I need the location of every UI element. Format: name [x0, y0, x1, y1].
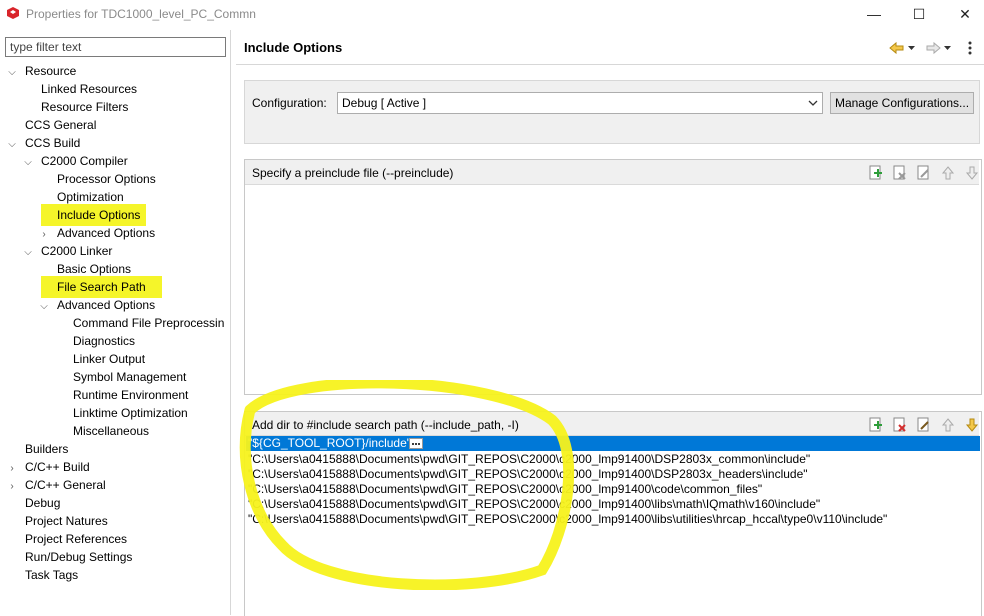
tree-item-cpp-general[interactable]: › C/C++ General: [6, 476, 228, 494]
configuration-value: Debug [ Active ]: [342, 96, 427, 110]
tree-item-resource-filters[interactable]: Resource Filters: [41, 98, 228, 116]
tree-item-linker-output[interactable]: Linker Output: [73, 350, 228, 368]
tree-item-runtime-environment[interactable]: Runtime Environment: [73, 386, 228, 404]
panel-divider[interactable]: [230, 30, 231, 615]
more-options-icon[interactable]: [966, 40, 974, 56]
tree-item-linker-advanced-options[interactable]: ⌵ Advanced Options: [38, 296, 228, 314]
back-arrow-icon[interactable]: [889, 41, 904, 55]
move-down-icon[interactable]: [964, 417, 980, 433]
close-button[interactable]: ✕: [955, 4, 975, 24]
chevron-down-icon[interactable]: ⌵: [6, 64, 18, 82]
chevron-down-icon[interactable]: ⌵: [22, 154, 34, 172]
nav-toolbar: [889, 41, 951, 55]
edit-icon[interactable]: [916, 417, 932, 433]
tree-item-project-natures[interactable]: Project Natures: [25, 512, 228, 530]
move-down-icon[interactable]: [964, 165, 980, 181]
tree-item-linktime-optimization[interactable]: Linktime Optimization: [73, 404, 228, 422]
tree-item-processor-options[interactable]: Processor Options: [57, 170, 228, 188]
include-path-item[interactable]: "C:\Users\a0415888\Documents\pwd\GIT_REP…: [246, 512, 887, 527]
move-up-icon[interactable]: [940, 165, 956, 181]
tree-item-linked-resources[interactable]: Linked Resources: [41, 80, 228, 98]
tree-item-command-file-preprocessing[interactable]: Command File Preprocessin: [73, 314, 228, 332]
tree-item-symbol-management[interactable]: Symbol Management: [73, 368, 228, 386]
tree-item-diagnostics[interactable]: Diagnostics: [73, 332, 228, 350]
preinclude-toolbar: [868, 165, 980, 181]
header-separator: [236, 64, 984, 65]
edit-icon[interactable]: [916, 165, 932, 181]
include-path-item[interactable]: "C:\Users\a0415888\Documents\pwd\GIT_REP…: [246, 497, 820, 512]
include-path-label: Add dir to #include search path (--inclu…: [252, 418, 519, 432]
ellipsis-icon[interactable]: [409, 438, 423, 449]
tree-item-task-tags[interactable]: Task Tags: [25, 566, 228, 584]
tree-item-compiler-advanced-options[interactable]: › Advanced Options: [38, 224, 228, 242]
tree-item-builders[interactable]: Builders: [25, 440, 228, 458]
tree-item-project-references[interactable]: Project References: [25, 530, 228, 548]
delete-icon[interactable]: [892, 165, 908, 181]
manage-configurations-button[interactable]: Manage Configurations...: [830, 92, 974, 114]
minimize-button[interactable]: —: [864, 4, 884, 24]
preinclude-list-box[interactable]: [244, 159, 982, 395]
app-icon: [7, 7, 19, 19]
forward-arrow-icon[interactable]: [926, 41, 941, 55]
tree-item-resource[interactable]: ⌵ Resource: [6, 62, 228, 80]
chevron-right-icon[interactable]: ›: [6, 478, 18, 496]
chevron-down-icon[interactable]: ⌵: [6, 136, 18, 154]
tree-item-debug[interactable]: Debug: [25, 494, 228, 512]
tree-item-file-search-path[interactable]: File Search Path: [41, 276, 228, 298]
include-path-toolbar: [868, 417, 980, 433]
move-up-icon[interactable]: [940, 417, 956, 433]
tree-item-run-debug-settings[interactable]: Run/Debug Settings: [25, 548, 228, 566]
maximize-button[interactable]: ☐: [909, 4, 929, 24]
delete-icon[interactable]: [892, 417, 908, 433]
add-icon[interactable]: [868, 165, 884, 181]
chevron-down-icon[interactable]: [808, 98, 818, 108]
tree-item-c2000-compiler[interactable]: ⌵ C2000 Compiler: [22, 152, 228, 170]
tree-item-c2000-linker[interactable]: ⌵ C2000 Linker: [22, 242, 228, 260]
back-menu-icon[interactable]: [908, 46, 915, 50]
include-path-item[interactable]: "C:\Users\a0415888\Documents\pwd\GIT_REP…: [246, 482, 762, 497]
include-path-item[interactable]: "C:\Users\a0415888\Documents\pwd\GIT_REP…: [246, 452, 810, 467]
tree-item-ccs-general[interactable]: CCS General: [25, 116, 228, 134]
page-title: Include Options: [244, 40, 343, 55]
tree-item-cpp-build[interactable]: › C/C++ Build: [6, 458, 228, 476]
add-icon[interactable]: [868, 417, 884, 433]
chevron-down-icon[interactable]: ⌵: [38, 298, 50, 316]
chevron-down-icon[interactable]: ⌵: [22, 244, 34, 262]
tree-item-miscellaneous[interactable]: Miscellaneous: [73, 422, 228, 440]
settings-tree: ⌵ Resource Linked Resources Resource Filt…: [6, 62, 228, 584]
configuration-label: Configuration:: [252, 96, 327, 110]
preinclude-label: Specify a preinclude file (--preinclude): [252, 166, 454, 180]
tree-item-ccs-build[interactable]: ⌵ CCS Build: [6, 134, 228, 152]
include-path-item[interactable]: "C:\Users\a0415888\Documents\pwd\GIT_REP…: [246, 467, 808, 482]
window-title: Properties for TDC1000_level_PC_Commn: [26, 7, 256, 21]
forward-menu-icon[interactable]: [944, 46, 951, 50]
filter-input[interactable]: [5, 37, 226, 57]
tree-item-include-options[interactable]: Include Options: [41, 204, 228, 226]
include-path-selected-text: "${CG_TOOL_ROOT}/include": [248, 436, 412, 450]
